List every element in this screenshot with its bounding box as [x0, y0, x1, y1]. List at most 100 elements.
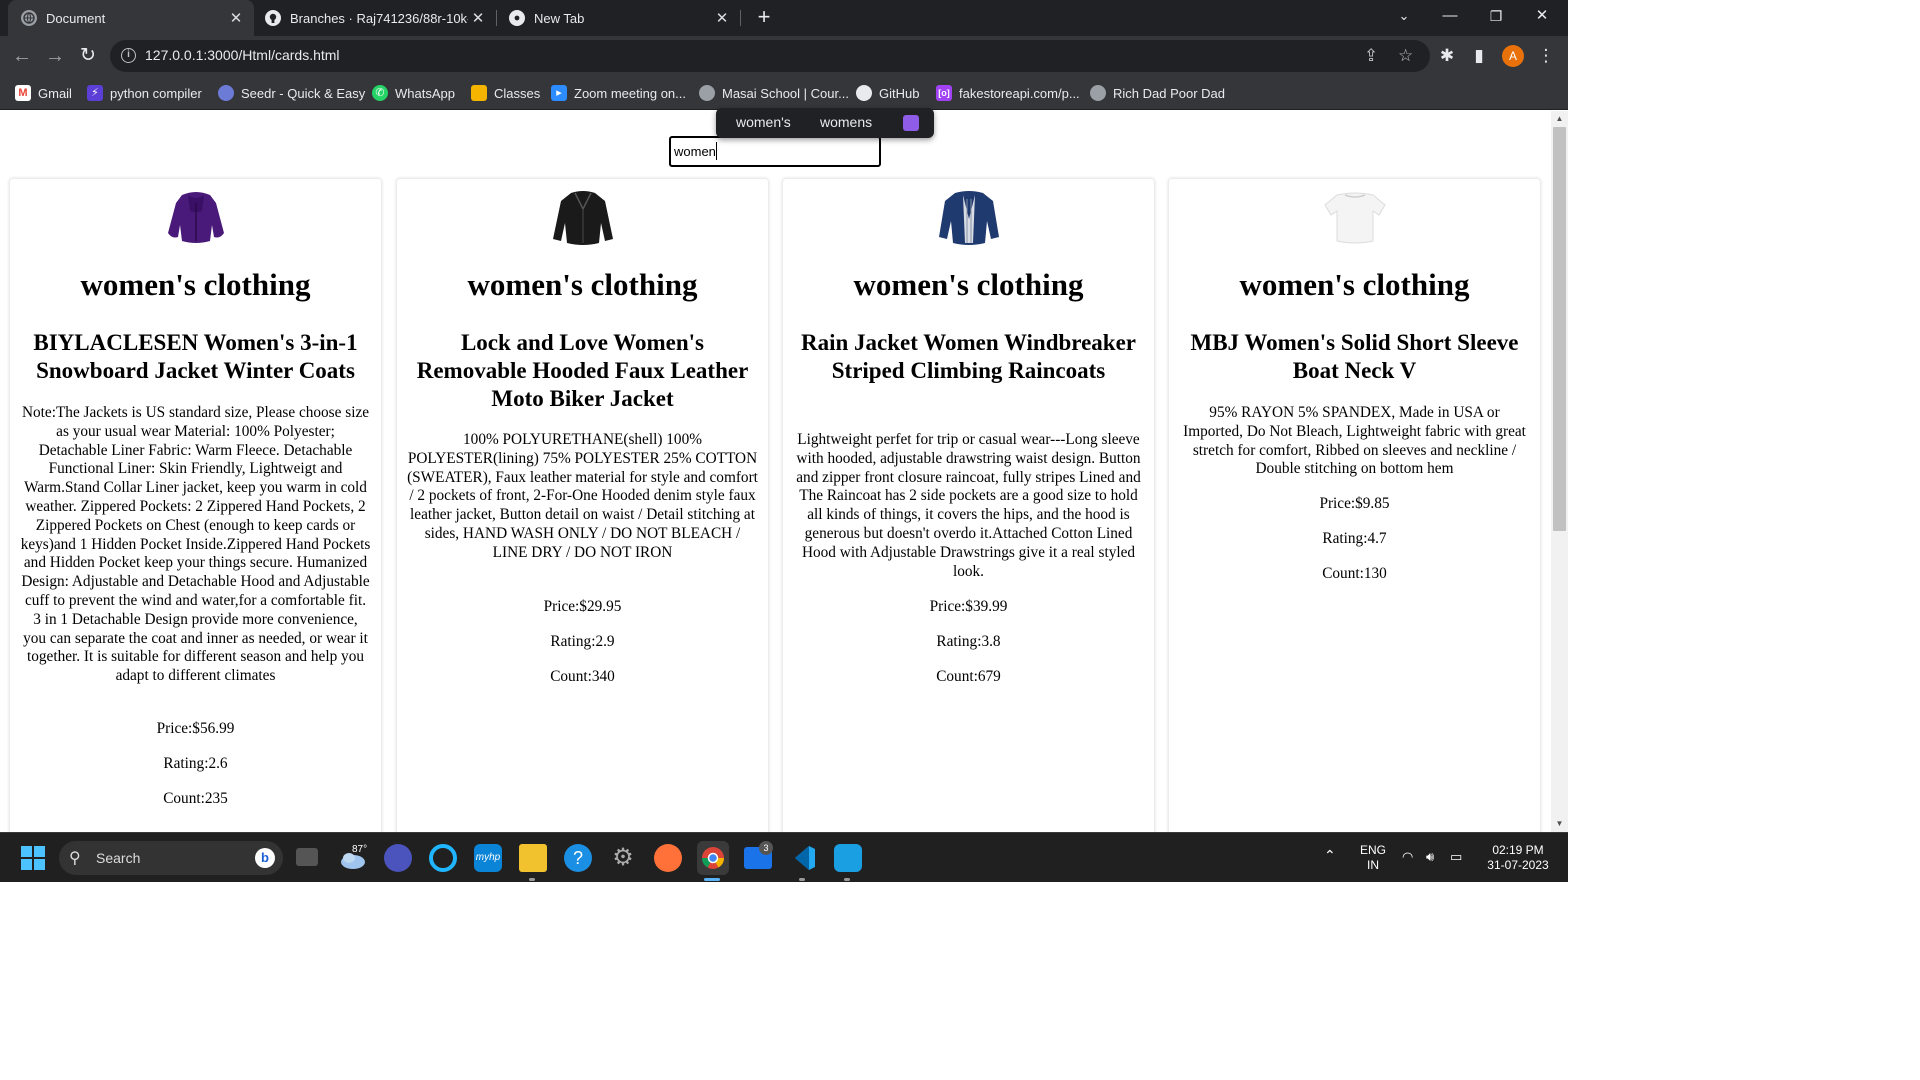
- bookmark-fakestoreapi[interactable]: [o] fakestoreapi.com/p...: [936, 84, 1080, 102]
- chrome-taskbar-icon[interactable]: [697, 841, 729, 875]
- windows-taskbar: ⚲ Search b 87° myhp ? ⚙ 3 ⌃ ENG IN ◠ 🔊︎ …: [0, 832, 1568, 882]
- tab-new-tab[interactable]: New Tab ✕: [498, 0, 740, 36]
- tab-title: Document: [46, 10, 106, 26]
- product-image: [552, 191, 613, 245]
- file-explorer-icon[interactable]: [519, 844, 547, 872]
- search-icon: ⚲: [69, 850, 81, 867]
- browser-toolbar: ← → ↻ i 127.0.0.1:3000/Html/cards.html ⇪…: [0, 36, 1568, 76]
- menu-kebab-icon[interactable]: ⋮: [1534, 44, 1558, 68]
- bookmark-masai[interactable]: Masai School | Cour...: [699, 84, 849, 102]
- bing-icon: b: [255, 848, 275, 868]
- windows-start-icon[interactable]: [19, 844, 47, 872]
- classroom-icon: [471, 85, 487, 101]
- product-rating: Rating:3.8: [936, 633, 1001, 650]
- product-rating: Rating:4.7: [1322, 530, 1387, 547]
- bookmark-classes[interactable]: Classes: [471, 84, 540, 102]
- product-title: BIYLACLESEN Women's 3-in-1 Snowboard Jac…: [33, 330, 358, 383]
- restore-button[interactable]: ❐: [1473, 0, 1519, 32]
- product-description: Lightweight perfet for trip or casual we…: [796, 431, 1141, 580]
- cortana-icon[interactable]: [429, 844, 457, 872]
- get-help-icon[interactable]: ?: [564, 844, 592, 872]
- minimize-button[interactable]: —: [1427, 0, 1473, 32]
- scrollbar-thumb[interactable]: [1553, 127, 1566, 531]
- autocomplete-suggestions: women's womens: [716, 108, 934, 138]
- photos-icon[interactable]: [834, 844, 862, 872]
- tab-branches[interactable]: Branches · Raj741236/88r-10k-co ✕: [254, 0, 496, 36]
- weather-temp: 87°: [352, 844, 368, 855]
- wifi-icon[interactable]: ◠: [1402, 849, 1413, 864]
- myhp-icon[interactable]: myhp: [474, 844, 502, 872]
- product-price: Price:$29.95: [543, 598, 622, 615]
- product-title: Lock and Love Women's Removable Hooded F…: [416, 330, 749, 411]
- taskbar-search[interactable]: ⚲ Search b: [59, 841, 283, 875]
- new-tab-button[interactable]: +: [753, 4, 775, 30]
- extensions-icon[interactable]: ✱: [1435, 44, 1459, 68]
- language-label: ENG: [1359, 843, 1386, 857]
- side-panel-icon[interactable]: ▮: [1467, 44, 1491, 68]
- tab-document[interactable]: Document ✕: [8, 0, 254, 36]
- reload-icon[interactable]: ↻: [76, 44, 100, 68]
- product-count: Count:235: [163, 790, 228, 807]
- product-price: Price:$39.99: [929, 598, 1008, 615]
- product-card: women's clothing MBJ Women's Solid Short…: [1168, 178, 1541, 832]
- product-category: women's clothing: [467, 267, 698, 302]
- teams-chat-icon[interactable]: [384, 844, 412, 872]
- url-text: 127.0.0.1:3000/Html/cards.html: [145, 47, 340, 63]
- tab-separator: [496, 10, 497, 26]
- product-image: [1323, 192, 1386, 244]
- page-scrollbar[interactable]: ▲ ▼: [1551, 111, 1568, 832]
- globe-icon: [699, 85, 715, 101]
- volume-icon[interactable]: 🔊︎: [1426, 849, 1434, 864]
- product-card: women's clothing Rain Jacket Women Windb…: [782, 178, 1155, 832]
- task-view-icon[interactable]: [296, 848, 318, 866]
- search-input[interactable]: [669, 136, 881, 167]
- bookmark-rich-dad[interactable]: Rich Dad Poor Dad: [1090, 84, 1225, 102]
- site-info-icon[interactable]: i: [121, 48, 136, 63]
- bookmark-github[interactable]: GitHub: [856, 84, 919, 102]
- bookmark-label: WhatsApp: [395, 85, 455, 101]
- bookmark-star-icon[interactable]: ☆: [1398, 46, 1413, 66]
- suggestion-item[interactable]: womens: [820, 114, 872, 130]
- product-card: women's clothing BIYLACLESEN Women's 3-i…: [9, 178, 382, 832]
- bookmark-python-compiler[interactable]: ⚡ python compiler: [87, 84, 202, 102]
- close-tab-icon[interactable]: ✕: [468, 9, 488, 27]
- clock[interactable]: 02:19 PM 31-07-2023: [1480, 843, 1556, 873]
- forward-icon[interactable]: →: [43, 44, 67, 68]
- bookmark-whatsapp[interactable]: ✆ WhatsApp: [372, 84, 455, 102]
- product-price: Price:$56.99: [156, 720, 235, 737]
- bookmark-seedr[interactable]: Seedr - Quick & Easy: [218, 84, 365, 102]
- scroll-down-icon[interactable]: ▼: [1551, 816, 1568, 831]
- bookmark-gmail[interactable]: M Gmail: [15, 84, 72, 102]
- product-description: 95% RAYON 5% SPANDEX, Made in USA or Imp…: [1183, 404, 1526, 478]
- vscode-icon[interactable]: [789, 844, 817, 872]
- running-indicator: [844, 878, 850, 881]
- bookmark-label: fakestoreapi.com/p...: [959, 85, 1080, 101]
- mail-badge: 3: [759, 841, 773, 855]
- share-icon[interactable]: ⇪: [1364, 46, 1378, 66]
- whatsapp-icon: ✆: [372, 85, 388, 101]
- close-window-button[interactable]: ✕: [1519, 0, 1565, 32]
- back-icon[interactable]: ←: [10, 44, 34, 68]
- product-count: Count:130: [1322, 565, 1387, 582]
- github-icon: [265, 10, 281, 26]
- page-content: women's clothing BIYLACLESEN Women's 3-i…: [0, 111, 1551, 832]
- battery-icon[interactable]: ▭: [1450, 849, 1462, 864]
- close-tab-icon[interactable]: ✕: [712, 9, 732, 27]
- close-tab-icon[interactable]: ✕: [226, 9, 246, 27]
- tab-search-icon[interactable]: ⌄: [1381, 0, 1427, 32]
- firefox-icon[interactable]: [654, 844, 682, 872]
- product-card: women's clothing Lock and Love Women's R…: [396, 178, 769, 832]
- product-rating: Rating:2.9: [550, 633, 615, 650]
- bookmark-label: Gmail: [38, 85, 72, 101]
- address-bar[interactable]: i 127.0.0.1:3000/Html/cards.html ⇪ ☆: [110, 40, 1430, 72]
- show-hidden-icons-icon[interactable]: ⌃: [1324, 848, 1336, 863]
- product-description: Note:The Jackets is US standard size, Pl…: [20, 404, 371, 685]
- bookmark-label: Seedr - Quick & Easy: [241, 85, 366, 101]
- suggestion-settings-icon[interactable]: [903, 115, 919, 131]
- suggestion-item[interactable]: women's: [736, 114, 791, 130]
- language-indicator[interactable]: ENG IN: [1357, 843, 1389, 873]
- bookmark-zoom[interactable]: ▸ Zoom meeting on...: [551, 84, 686, 102]
- settings-gear-icon[interactable]: ⚙: [609, 844, 637, 872]
- scroll-up-icon[interactable]: ▲: [1551, 111, 1568, 126]
- profile-avatar[interactable]: A: [1502, 45, 1524, 67]
